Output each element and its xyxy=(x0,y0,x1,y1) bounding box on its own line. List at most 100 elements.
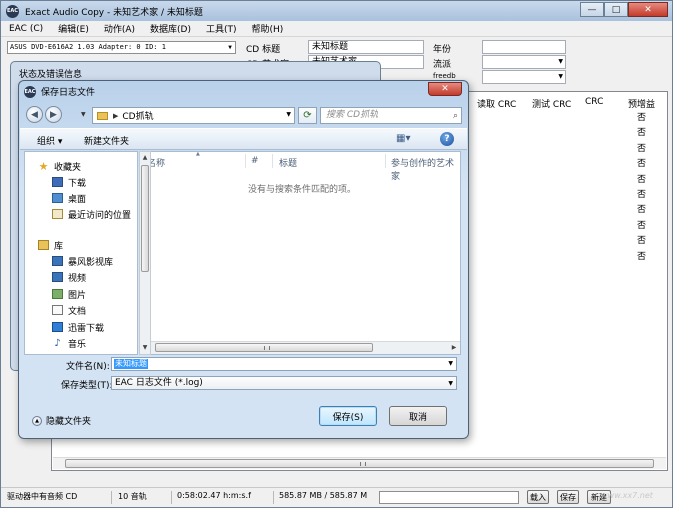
help-icon[interactable]: ? xyxy=(440,132,454,146)
back-button[interactable]: ◀ xyxy=(26,106,43,123)
scroll-up-icon[interactable]: ▲ xyxy=(140,152,150,164)
nav-item-thunder-download[interactable]: 迅雷下载 xyxy=(52,319,104,335)
scrollbar-thumb[interactable] xyxy=(141,165,149,272)
nav-item-label: 下载 xyxy=(68,178,87,189)
genre-select[interactable]: ▼ xyxy=(482,55,566,69)
save-dialog-titlebar[interactable]: EAC 保存日志文件 xyxy=(24,85,95,98)
nav-item-label: 图片 xyxy=(68,290,87,301)
cancel-button[interactable]: 取消 xyxy=(389,406,447,426)
nav-item-downloads[interactable]: 下载 xyxy=(52,174,86,190)
list-item: 否 xyxy=(637,189,647,200)
save-button[interactable]: 保存 xyxy=(557,490,579,504)
organize-button[interactable]: 组织 ▾ xyxy=(37,134,62,147)
address-bar[interactable]: ▶ CD抓轨 ▼ xyxy=(92,107,295,124)
cd-title-value: 未知标题 xyxy=(312,42,349,52)
nav-item-pictures[interactable]: 图片 xyxy=(52,286,86,302)
nav-item-favorites[interactable]: ★ 收藏夹 xyxy=(38,158,81,174)
file-list-hscrollbar[interactable]: ◀ ▶ xyxy=(141,341,460,354)
cd-title-field[interactable]: 未知标题 xyxy=(308,40,424,54)
list-item: 否 xyxy=(637,236,647,247)
nav-item-desktop[interactable]: 桌面 xyxy=(52,190,86,206)
arrow-left-icon: ◀ xyxy=(31,109,38,120)
menu-edit[interactable]: 编辑(E) xyxy=(58,22,89,35)
file-list-pane[interactable]: ▲ 名称 # 标题 参与创作的艺术家 没有与搜索条件匹配的项。 ◀ ▶ xyxy=(140,151,461,355)
menubar: EAC (C) 编辑(E) 动作(A) 数据库(D) 工具(T) 帮助(H) xyxy=(1,21,672,37)
load-button[interactable]: 载入 xyxy=(527,490,549,504)
nav-item-music[interactable]: ♪ 音乐 xyxy=(52,335,86,351)
forward-button[interactable]: ▶ xyxy=(45,106,62,123)
nav-item-libraries[interactable]: 库 xyxy=(38,237,63,253)
maximize-button[interactable]: □ xyxy=(604,2,628,17)
nav-item-baofeng-library[interactable]: 暴风影视库 xyxy=(52,253,113,269)
track-count: 10 音轨 xyxy=(118,492,147,501)
filetype-select[interactable]: EAC 日志文件 (*.log) ▼ xyxy=(111,376,457,390)
list-item: 否 xyxy=(637,220,647,231)
grip-icon xyxy=(359,462,366,466)
new-folder-button[interactable]: 新建文件夹 xyxy=(84,134,129,147)
breadcrumb[interactable]: CD抓轨 xyxy=(122,109,153,122)
list-item: 否 xyxy=(637,143,647,154)
menu-eac[interactable]: EAC (C) xyxy=(9,24,43,34)
main-titlebar[interactable]: EAC Exact Audio Copy - 未知艺术家 / 未知标题 — □ … xyxy=(1,1,672,21)
scrollbar-thumb[interactable] xyxy=(65,459,654,468)
hide-folders-toggle[interactable]: ▲ 隐藏文件夹 xyxy=(32,414,91,427)
filetype-value: EAC 日志文件 (*.log) xyxy=(115,378,203,388)
list-item: 否 xyxy=(637,174,647,185)
star-icon: ★ xyxy=(38,159,49,173)
column-number[interactable]: # xyxy=(251,156,259,166)
filetype-label: 保存类型(T): xyxy=(61,381,113,391)
nav-item-documents[interactable]: 文档 xyxy=(52,302,86,318)
scroll-right-icon[interactable]: ▶ xyxy=(448,342,460,354)
library-icon xyxy=(38,240,49,250)
nav-item-label: 最近访问的位置 xyxy=(68,210,132,221)
year-field[interactable] xyxy=(482,40,566,54)
search-input[interactable]: 搜索 CD抓轨 ⌕ xyxy=(320,107,462,124)
nav-item-videos[interactable]: 视频 xyxy=(52,269,86,285)
scrollbar-thumb[interactable] xyxy=(155,343,373,352)
menu-database[interactable]: 数据库(D) xyxy=(150,22,191,35)
column-read-crc[interactable]: 读取 CRC xyxy=(477,97,516,110)
close-button[interactable]: ✕ xyxy=(628,2,668,17)
recent-locations-dropdown[interactable]: ▼ xyxy=(81,111,86,118)
refresh-icon: ⟳ xyxy=(303,110,312,121)
filename-input[interactable]: 未知标题 ▼ xyxy=(111,357,457,371)
freedb-select[interactable]: ▼ xyxy=(482,70,566,84)
hide-folders-label: 隐藏文件夹 xyxy=(46,417,92,427)
drive-select[interactable]: ASUS DVD-E616A2 1.03 Adapter: 0 ID: 1 ▼ xyxy=(7,41,236,54)
save-dialog-title: 保存日志文件 xyxy=(41,88,96,98)
menu-tools[interactable]: 工具(T) xyxy=(206,22,237,35)
menu-action[interactable]: 动作(A) xyxy=(104,22,135,35)
recent-places-icon xyxy=(52,209,63,219)
refresh-button[interactable]: ⟳ xyxy=(298,107,317,124)
minimize-button[interactable]: — xyxy=(580,2,604,17)
chevron-right-icon: ▶ xyxy=(113,111,119,120)
chevron-down-icon[interactable]: ▼ xyxy=(448,360,453,367)
divider xyxy=(245,154,246,168)
navigation-pane[interactable]: ★ 收藏夹 下载 桌面 最近访问的位置 库 暴风影视库 视频 图片 文档 迅雷下… xyxy=(24,151,138,355)
pregain-values: 否 否 否 否 否 否 否 否 否 否 xyxy=(637,111,646,265)
divider xyxy=(273,491,274,504)
menu-help[interactable]: 帮助(H) xyxy=(252,22,284,35)
total-size: 585.87 MB / 585.87 M xyxy=(279,491,368,500)
scroll-down-icon[interactable]: ▼ xyxy=(140,342,150,354)
cd-title-label: CD 标题 xyxy=(246,45,281,55)
column-test-crc[interactable]: 测试 CRC xyxy=(532,97,571,110)
column-contributing-artists[interactable]: 参与创作的艺术家 xyxy=(391,156,460,182)
chevron-down-icon[interactable]: ▼ xyxy=(286,111,291,118)
nav-item-label: 收藏夹 xyxy=(54,162,82,173)
nav-item-label: 库 xyxy=(54,241,64,252)
column-crc[interactable]: CRC xyxy=(585,97,603,107)
view-options-icon[interactable]: ▦▾ xyxy=(396,133,410,144)
save-dialog-close-button[interactable]: ✕ xyxy=(428,82,462,96)
command-bar: 组织 ▾ 新建文件夹 ▦▾ ? xyxy=(20,128,467,150)
chevron-up-icon: ▲ xyxy=(32,415,42,426)
nav-item-recent[interactable]: 最近访问的位置 xyxy=(52,206,131,222)
status-error-dialog-title: 状态及错误信息 xyxy=(19,70,83,80)
column-title[interactable]: 标题 xyxy=(279,156,297,169)
column-pregain[interactable]: 预增益 xyxy=(628,97,655,110)
window-controls: — □ ✕ xyxy=(580,2,668,17)
track-list-hscrollbar[interactable] xyxy=(53,457,666,469)
search-placeholder: 搜索 CD抓轨 xyxy=(326,110,379,120)
save-dialog-save-button[interactable]: 保存(S) xyxy=(319,406,377,426)
navigation-pane-scrollbar[interactable]: ▲ ▼ xyxy=(139,151,151,355)
